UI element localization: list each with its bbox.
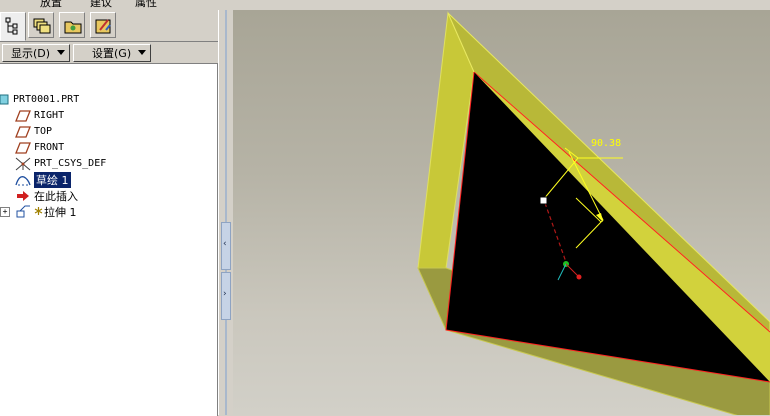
chevron-down-icon [138,50,146,55]
highlight-edge [445,71,770,383]
collapse-left-icon: ‹ [223,239,227,249]
drag-handle [539,196,548,205]
tree-item-sketch[interactable]: 草绘 1 [15,171,71,188]
model-3d-view [417,11,770,415]
csys-icon [15,157,31,171]
tree-root[interactable]: PRT0001.PRT [0,92,79,107]
favorites-icon [95,19,111,34]
asterisk-icon [34,205,43,219]
tree-item-right[interactable]: RIGHT [15,108,64,123]
tree-item-top[interactable]: TOP [15,124,52,139]
model-tree-icon [5,17,18,35]
extrude-icon [15,205,31,219]
datum-plane-icon [15,125,31,139]
tree-item-label: 拉伸 1 [44,205,77,219]
show-dropdown-label: 显示(D) [11,47,51,60]
tree-item-extrude[interactable]: + 拉伸 1 [0,204,77,219]
panel-splitter[interactable]: ‹ › [218,10,233,415]
sketch-icon [15,173,31,187]
tree-item-label: TOP [34,126,53,137]
menu-bar: 放置 建议 属性 [0,0,222,10]
tree-item-label: PRT_CSYS_DEF [34,158,107,169]
navigator-tabs [0,10,218,41]
navigator-toolbar: 显示(D) 设置(G) [0,41,218,64]
tree-item-front[interactable]: FRONT [15,140,64,155]
tree-item-label: 草绘 1 [34,171,71,188]
tree-item-label: RIGHT [34,110,65,121]
dimension-value[interactable]: 90.38 [591,138,621,149]
folder-icon [64,21,82,34]
settings-dropdown-label: 设置(G) [92,47,132,60]
expand-panel-handle[interactable]: › [221,272,231,320]
part-icon [0,93,10,107]
tab-model-tree[interactable] [0,12,26,41]
expand-plus-icon[interactable]: + [0,207,10,217]
tree-item-label: FRONT [34,142,65,153]
menu-item-suggest[interactable]: 建议 [90,0,112,10]
insert-here-arrow-icon [15,189,31,203]
settings-dropdown[interactable]: 设置(G) [73,44,151,62]
tab-layers[interactable] [28,12,54,38]
menu-item-properties[interactable]: 属性 [135,0,157,10]
collapse-panel-handle[interactable]: ‹ [221,222,231,270]
datum-plane-icon [15,109,31,123]
splitter-bar [225,10,227,415]
navigator-panel: 显示(D) 设置(G) PRT0001.PRT RIGHT TOP FRONT … [0,10,218,416]
tree-root-label: PRT0001.PRT [13,94,80,105]
datum-plane-icon [15,141,31,155]
expand-right-icon: › [223,289,227,299]
tab-favorites[interactable] [90,12,116,38]
tree-item-label: 在此插入 [34,189,78,203]
graphics-viewport[interactable]: 90.38 [233,10,770,415]
menu-item-place[interactable]: 放置 [40,0,62,10]
show-dropdown[interactable]: 显示(D) [2,44,70,62]
tree-item-csys[interactable]: PRT_CSYS_DEF [15,156,106,171]
layers-icon [33,18,51,34]
tree-item-insert-here[interactable]: 在此插入 [15,188,78,203]
model-tree: PRT0001.PRT RIGHT TOP FRONT PRT_CSYS_DEF… [0,63,218,416]
chevron-down-icon [57,50,65,55]
tab-folder-browser[interactable] [59,12,85,38]
